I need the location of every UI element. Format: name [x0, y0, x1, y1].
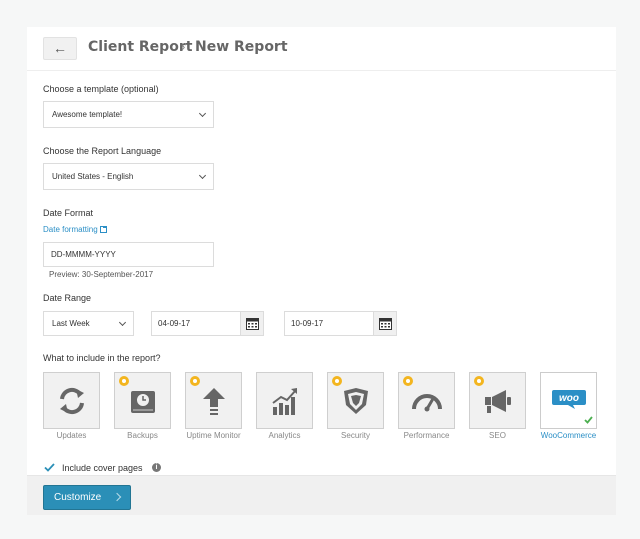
woo-logo: woo: [552, 390, 586, 409]
include-analytics-label: Analytics: [268, 431, 301, 440]
date-to-value: 10-09-17: [291, 319, 324, 328]
customize-button[interactable]: Customize: [43, 485, 131, 510]
gauge-icon: [412, 394, 442, 412]
date-format-input[interactable]: DD-MMMM-YYYY: [43, 242, 214, 267]
include-security-label: Security: [341, 431, 370, 440]
include-uptime-label: Uptime Monitor: [186, 431, 241, 440]
template-select-value: Awesome template!: [52, 110, 123, 119]
page-header: ← Client Report › New Report: [27, 27, 616, 71]
backup-icon: [131, 391, 155, 413]
date-from-value: 04-09-17: [158, 319, 191, 328]
date-format-label: Date Format: [43, 208, 94, 218]
checkmark-icon: [584, 416, 593, 424]
template-label: Choose a template (optional): [43, 84, 159, 94]
svg-text:woo: woo: [559, 393, 579, 404]
chevron-down-icon: [198, 171, 207, 180]
template-select[interactable]: Awesome template!: [43, 101, 214, 128]
include-security-tile[interactable]: [327, 372, 384, 429]
include-performance-label: Performance: [403, 431, 450, 440]
include-analytics-tile[interactable]: [256, 372, 313, 429]
date-formatting-link[interactable]: Date formatting: [43, 225, 107, 234]
cover-pages-checkbox[interactable]: [44, 463, 55, 472]
breadcrumb-separator: ›: [181, 39, 186, 54]
date-range-select[interactable]: Last Week: [43, 311, 134, 336]
report-panel: ← Client Report › New Report Choose a te…: [27, 27, 616, 515]
include-backups-tile[interactable]: [114, 372, 171, 429]
include-seo-label: SEO: [489, 431, 506, 440]
language-select-value: United States - English: [52, 172, 134, 181]
chevron-right-icon: [112, 492, 122, 502]
refresh-icon: [60, 387, 84, 415]
include-updates-tile[interactable]: [43, 372, 100, 429]
date-format-preview: Preview: 30-September-2017: [49, 270, 154, 279]
include-performance-tile[interactable]: [398, 372, 455, 429]
include-woocommerce-tile[interactable]: woo: [540, 372, 597, 429]
include-woocommerce-label: WooCommerce: [540, 431, 597, 440]
chevron-down-icon: [198, 109, 207, 118]
include-updates-label: Updates: [56, 431, 87, 440]
date-from-field[interactable]: 04-09-17: [151, 311, 264, 336]
date-to-field[interactable]: 10-09-17: [284, 311, 397, 336]
include-seo-tile[interactable]: [469, 372, 526, 429]
cover-pages-label: Include cover pages: [62, 463, 143, 473]
analytics-chart-icon: [272, 388, 297, 415]
shield-icon: [344, 388, 368, 414]
upload-arrow-icon: [203, 388, 225, 415]
external-link-icon: [99, 226, 107, 233]
include-backups-label: Backups: [127, 431, 158, 440]
back-button[interactable]: ←: [43, 37, 77, 60]
megaphone-icon: [485, 390, 511, 413]
language-label: Choose the Report Language: [43, 146, 162, 156]
include-label: What to include in the report?: [43, 353, 161, 363]
customize-button-label: Customize: [54, 492, 102, 503]
chevron-down-icon: [118, 318, 127, 327]
info-icon[interactable]: i: [152, 463, 161, 472]
footer-bar: Customize: [27, 475, 616, 515]
language-select[interactable]: United States - English: [43, 163, 214, 190]
calendar-icon[interactable]: [373, 312, 396, 335]
page-title: New Report: [195, 39, 288, 55]
date-range-label: Date Range: [43, 293, 92, 303]
date-range-select-value: Last Week: [52, 319, 90, 328]
include-uptime-tile[interactable]: [185, 372, 242, 429]
breadcrumb-client-report[interactable]: Client Report: [88, 39, 192, 55]
date-formatting-link-text: Date formatting: [43, 225, 98, 234]
calendar-icon[interactable]: [240, 312, 263, 335]
